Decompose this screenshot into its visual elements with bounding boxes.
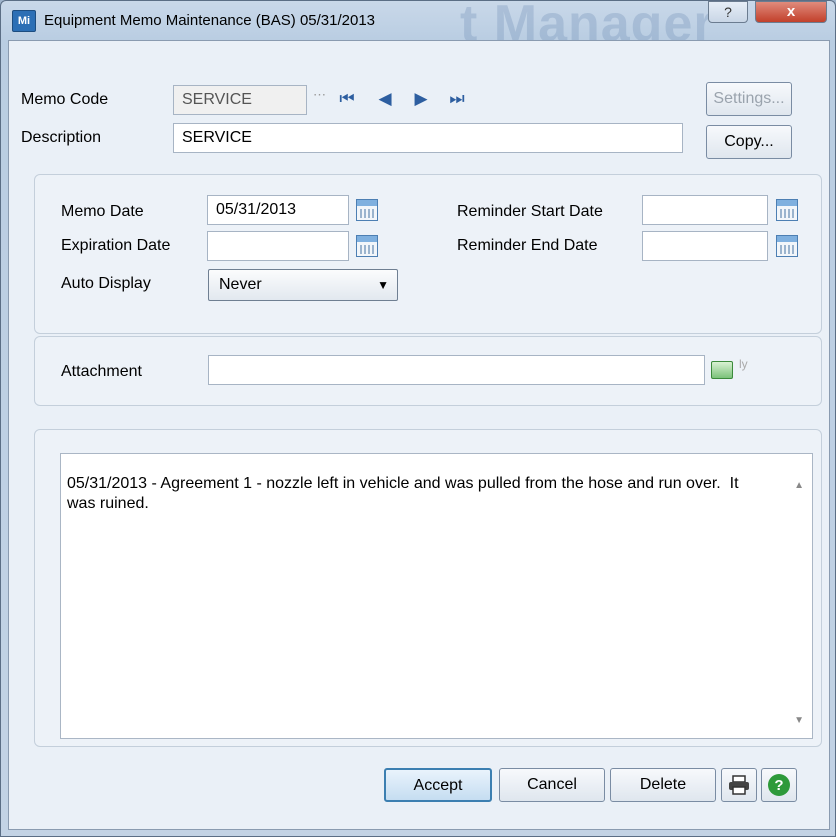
description-label: Description: [21, 129, 102, 146]
help-icon: ?: [768, 773, 790, 796]
expiration-date-label: Expiration Date: [61, 237, 171, 254]
nav-last-icon[interactable]: ⏭: [447, 88, 467, 110]
reminder-end-field[interactable]: [642, 231, 768, 261]
close-window-button[interactable]: x: [755, 1, 827, 23]
app-icon: Mi: [12, 10, 36, 32]
open-folder-icon[interactable]: [711, 361, 733, 379]
lookup-icon[interactable]: ⋯: [313, 87, 333, 107]
auto-display-select[interactable]: Never ▼: [208, 269, 398, 301]
reminder-end-label: Reminder End Date: [457, 237, 598, 254]
help-button[interactable]: ?: [761, 768, 797, 802]
memo-text-area[interactable]: 05/31/2013 - Agreement 1 - nozzle left i…: [60, 453, 813, 739]
cancel-button[interactable]: Cancel: [499, 768, 605, 802]
reminder-end-calendar-icon[interactable]: [776, 235, 798, 257]
print-button[interactable]: [721, 768, 757, 802]
launch-attachment-icon[interactable]: ly: [739, 357, 761, 383]
chevron-down-icon: ▼: [377, 278, 389, 292]
svg-text:?: ?: [774, 777, 783, 794]
expiration-date-field[interactable]: [207, 231, 349, 261]
reminder-start-label: Reminder Start Date: [457, 203, 603, 220]
reminder-start-field[interactable]: [642, 195, 768, 225]
printer-icon: [729, 775, 749, 795]
auto-display-label: Auto Display: [61, 275, 151, 292]
description-field[interactable]: SERVICE: [173, 123, 683, 153]
settings-button[interactable]: Settings...: [706, 82, 792, 116]
accept-button[interactable]: Accept: [384, 768, 492, 802]
memo-text: 05/31/2013 - Agreement 1 - nozzle left i…: [67, 475, 743, 512]
attachment-label: Attachment: [61, 363, 142, 380]
scroll-down-icon[interactable]: ▼: [794, 715, 804, 726]
title-bar: Mi t Manager Equipment Memo Maintenance …: [0, 0, 836, 53]
memo-date-calendar-icon[interactable]: [356, 199, 378, 221]
nav-first-icon[interactable]: ⏮: [337, 88, 357, 110]
memo-code-field[interactable]: SERVICE: [173, 85, 307, 115]
dialog-client-area: Memo Code SERVICE ⋯ ⏮ ◀ ▶ ⏭ Settings... …: [8, 40, 830, 830]
memo-code-label: Memo Code: [21, 91, 109, 108]
delete-button[interactable]: Delete: [610, 768, 716, 802]
nav-next-icon[interactable]: ▶: [411, 88, 431, 110]
attachment-field[interactable]: [208, 355, 705, 385]
help-title-button[interactable]: ?: [708, 1, 748, 23]
expiration-date-calendar-icon[interactable]: [356, 235, 378, 257]
copy-button[interactable]: Copy...: [706, 125, 792, 159]
window-title: Equipment Memo Maintenance (BAS) 05/31/2…: [44, 12, 376, 29]
nav-prev-icon[interactable]: ◀: [375, 88, 395, 110]
memo-date-label: Memo Date: [61, 203, 144, 220]
auto-display-value: Never: [219, 276, 262, 293]
reminder-start-calendar-icon[interactable]: [776, 199, 798, 221]
memo-date-field[interactable]: 05/31/2013: [207, 195, 349, 225]
scroll-up-icon[interactable]: ▲: [794, 480, 804, 491]
